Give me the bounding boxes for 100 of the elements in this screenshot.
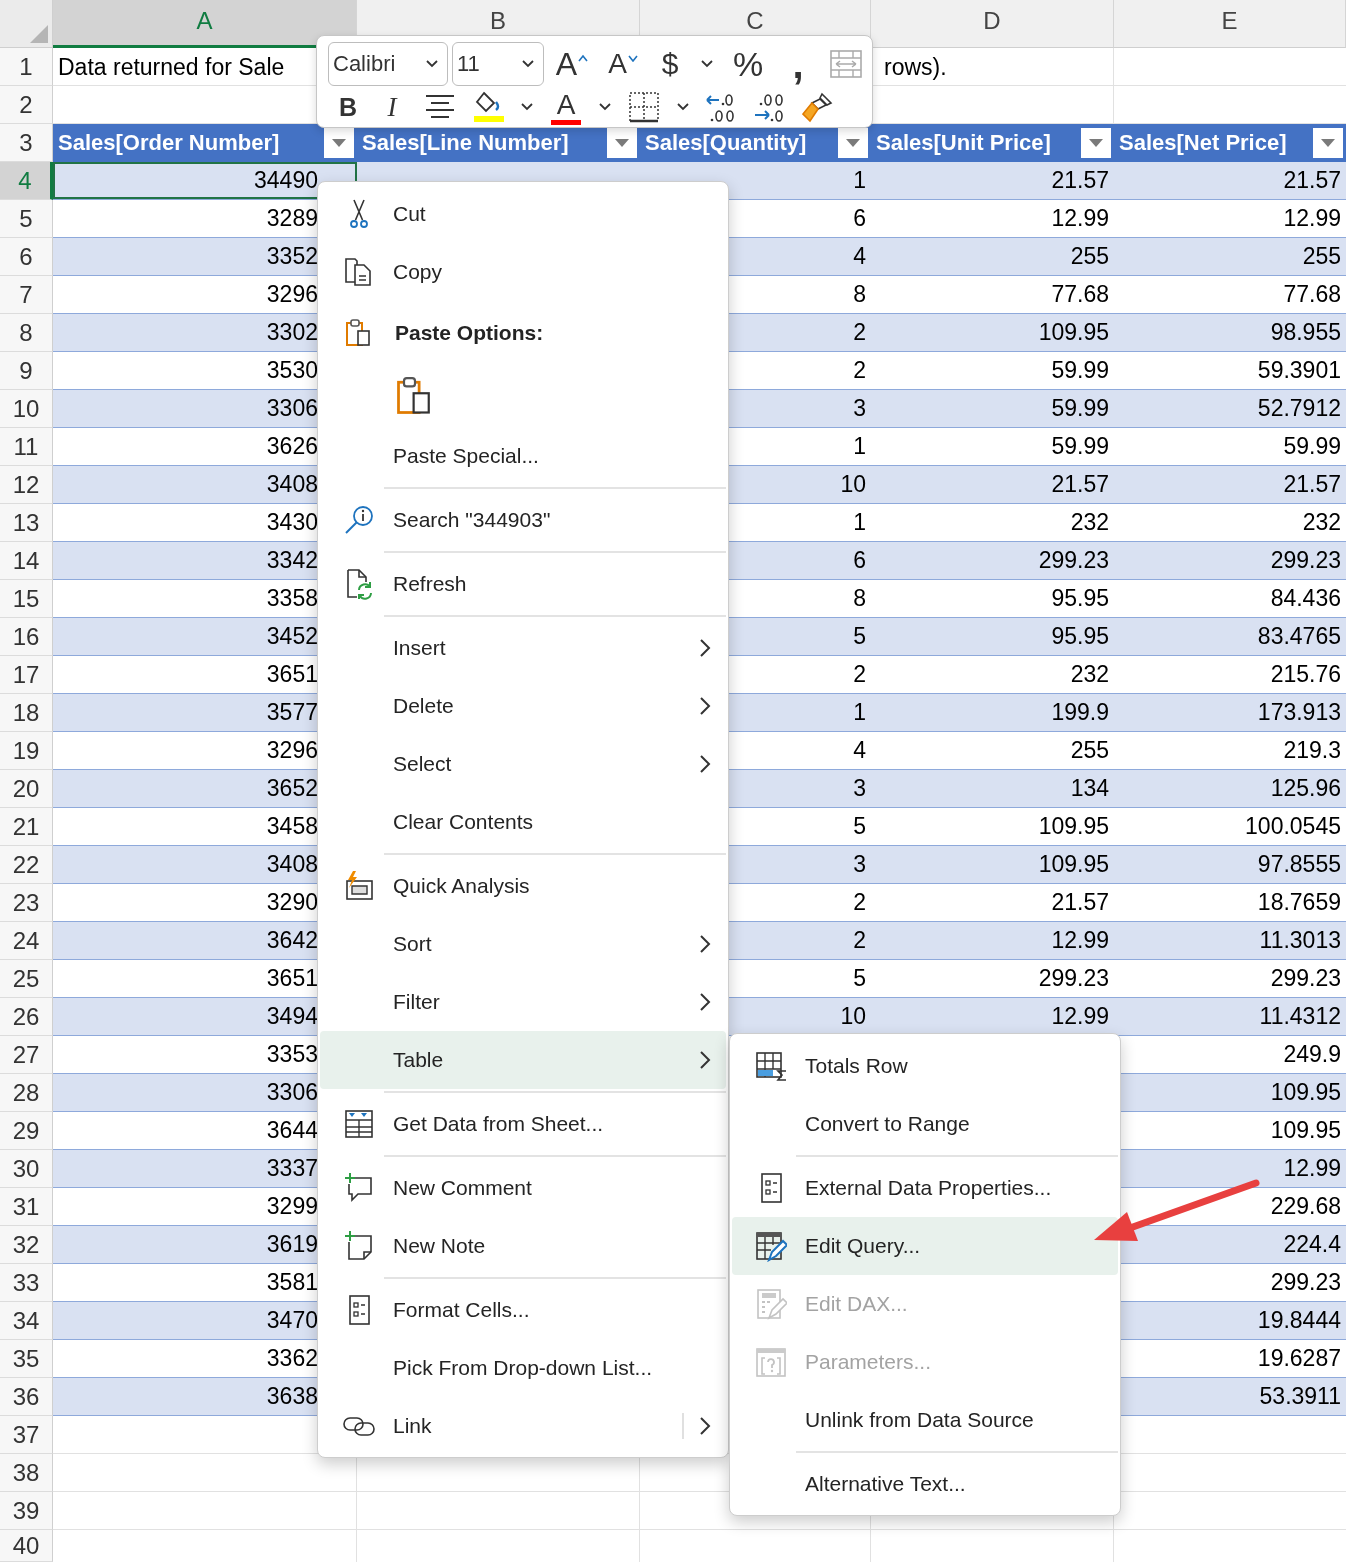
table-cell: 97.8555 [1257, 851, 1341, 878]
menu-item[interactable]: Clear Contents [320, 793, 726, 851]
row-header[interactable]: 36 [0, 1378, 53, 1416]
row-header[interactable]: 26 [0, 998, 53, 1036]
table-cell: 19.6287 [1257, 1345, 1341, 1372]
row-header[interactable]: 25 [0, 960, 53, 998]
row-header[interactable]: 10 [0, 390, 53, 428]
menu-item[interactable]: Totals Row [732, 1037, 1118, 1095]
menu-item[interactable]: Cut [320, 185, 726, 243]
menu-item[interactable]: External Data Properties... [732, 1159, 1118, 1217]
row-header[interactable]: 39 [0, 1492, 53, 1530]
row-header[interactable]: 11 [0, 428, 53, 466]
row-header[interactable]: 13 [0, 504, 53, 542]
filter-button[interactable] [838, 128, 868, 158]
row-header[interactable]: 15 [0, 580, 53, 618]
row-header[interactable]: 6 [0, 238, 53, 276]
row-header[interactable]: 40 [0, 1530, 53, 1562]
column-header[interactable]: D [871, 0, 1114, 48]
menu-item[interactable]: Delete [320, 677, 726, 735]
row-header[interactable]: 35 [0, 1340, 53, 1378]
bold-button[interactable]: B [328, 89, 368, 125]
row-header[interactable]: 31 [0, 1188, 53, 1226]
column-header[interactable]: A [53, 0, 357, 48]
font-size-dropdown[interactable]: 11 [452, 42, 544, 86]
note-icon [343, 1230, 375, 1262]
menu-item[interactable]: Copy [320, 243, 726, 301]
row-header[interactable]: 37 [0, 1416, 53, 1454]
row-header[interactable]: 2 [0, 86, 53, 124]
table-cell: 4 [853, 737, 866, 764]
row-header[interactable]: 18 [0, 694, 53, 732]
row-header[interactable]: 9 [0, 352, 53, 390]
row-header[interactable]: 28 [0, 1074, 53, 1112]
menu-item[interactable]: Paste Special... [320, 427, 726, 485]
menu-item[interactable]: Alternative Text... [732, 1455, 1118, 1513]
percent-button[interactable]: % [724, 46, 772, 82]
table-cell: 3644 [266, 1117, 318, 1144]
row-header[interactable]: 27 [0, 1036, 53, 1074]
row-header[interactable]: 19 [0, 732, 53, 770]
menu-item[interactable]: Sort [320, 915, 726, 973]
column-header[interactable]: E [1114, 0, 1346, 48]
table-cell: 21.57 [1283, 167, 1341, 194]
row-header[interactable]: 29 [0, 1112, 53, 1150]
caret-icon [676, 102, 690, 112]
menu-item[interactable]: Pick From Drop-down List... [320, 1339, 726, 1397]
row-header[interactable]: 14 [0, 542, 53, 580]
row-header[interactable]: 1 [0, 48, 53, 86]
menu-item[interactable]: Unlink from Data Source [732, 1391, 1118, 1449]
menu-item[interactable]: Table [320, 1031, 726, 1089]
filter-button[interactable] [324, 128, 354, 158]
parameters-icon [755, 1346, 787, 1378]
table-cell: 95.95 [1051, 585, 1109, 612]
row-header[interactable]: 21 [0, 808, 53, 846]
menu-item[interactable]: Link [320, 1397, 726, 1455]
filter-button[interactable] [1081, 128, 1111, 158]
row-header[interactable]: 20 [0, 770, 53, 808]
row-header[interactable]: 3 [0, 124, 53, 162]
currency-button[interactable]: $ [650, 46, 690, 82]
row-header[interactable]: 22 [0, 846, 53, 884]
italic-button[interactable]: I [372, 89, 412, 125]
row-header[interactable]: 38 [0, 1454, 53, 1492]
grow-font-button[interactable]: A [548, 46, 596, 82]
menu-item[interactable]: Search "344903" [320, 491, 726, 549]
row-header[interactable]: 32 [0, 1226, 53, 1264]
row-header[interactable]: 16 [0, 618, 53, 656]
calculator-pencil-icon [755, 1288, 787, 1320]
table-cell: 21.57 [1283, 471, 1341, 498]
row-header[interactable]: 7 [0, 276, 53, 314]
font-name-dropdown[interactable]: Calibri [328, 42, 448, 86]
totals-table-icon [755, 1050, 787, 1082]
table-cell: 53.3911 [1259, 1383, 1341, 1410]
menu-item[interactable]: Quick Analysis [320, 857, 726, 915]
shrink-font-button[interactable]: A [600, 46, 646, 82]
table-cell: 12.99 [1283, 1155, 1341, 1182]
row-header[interactable]: 24 [0, 922, 53, 960]
filter-button[interactable] [607, 128, 637, 158]
menu-item[interactable]: Format Cells... [320, 1281, 726, 1339]
caret-down-icon [627, 54, 638, 62]
filter-button[interactable] [1313, 128, 1343, 158]
row-header[interactable]: 8 [0, 314, 53, 352]
menu-item[interactable]: New Note [320, 1217, 726, 1275]
menu-item[interactable]: Edit Query... [732, 1217, 1118, 1275]
menu-item[interactable]: Refresh [320, 555, 726, 613]
row-header[interactable]: 30 [0, 1150, 53, 1188]
row-header[interactable]: 34 [0, 1302, 53, 1340]
row-header[interactable]: 17 [0, 656, 53, 694]
table-cell: 3 [853, 775, 866, 802]
menu-item[interactable]: Insert [320, 619, 726, 677]
menu-item[interactable]: Get Data from Sheet... [320, 1095, 726, 1153]
menu-item[interactable]: Filter [320, 973, 726, 1031]
font-color-button[interactable]: A [544, 89, 588, 125]
menu-item[interactable]: Convert to Range [732, 1095, 1118, 1153]
row-header[interactable]: 23 [0, 884, 53, 922]
row-header[interactable]: 5 [0, 200, 53, 238]
row-header[interactable]: 4 [0, 162, 53, 200]
menu-item[interactable]: New Comment [320, 1159, 726, 1217]
row-header[interactable]: 12 [0, 466, 53, 504]
table-cell: 3306 [266, 395, 318, 422]
menu-item[interactable]: Select [320, 735, 726, 793]
column-title: Sales[Net Price] [1119, 130, 1287, 156]
row-header[interactable]: 33 [0, 1264, 53, 1302]
